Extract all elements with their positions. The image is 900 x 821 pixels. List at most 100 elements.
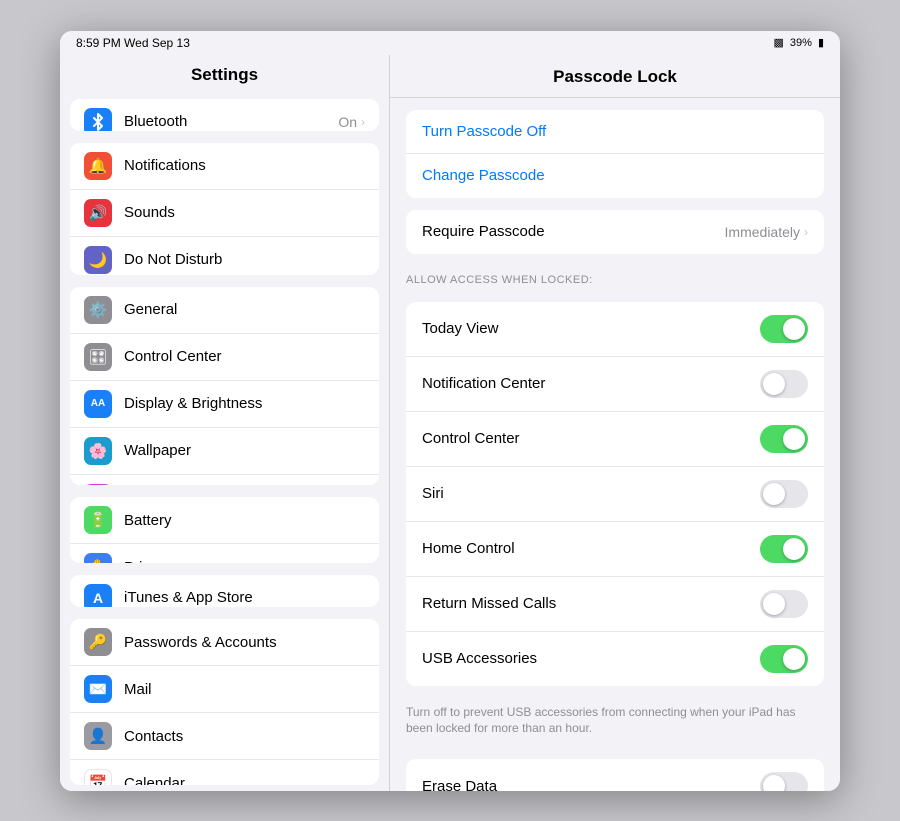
return-missed-calls-label: Return Missed Calls (422, 595, 760, 612)
display-brightness-label: Display & Brightness (124, 395, 365, 412)
status-bar: 8:59 PM Wed Sep 13 ▩ 39% ▮ (60, 31, 840, 55)
sounds-label: Sounds (124, 204, 365, 221)
wallpaper-label: Wallpaper (124, 442, 365, 459)
sidebar-item-do-not-disturb[interactable]: 🌙 Do Not Disturb (70, 237, 379, 275)
mail-icon: ✉️ (84, 675, 112, 703)
battery-icon: ▮ (818, 36, 824, 49)
erase-data-card: Erase Data (406, 759, 824, 790)
sidebar-section-bluetooth: Bluetooth On › (70, 99, 379, 131)
status-indicators: ▩ 39% ▮ (774, 36, 825, 49)
general-icon: ⚙️ (84, 296, 112, 324)
notification-center-toggle[interactable] (760, 370, 808, 398)
sidebar-section-accounts-group: 🔑 Passwords & Accounts ✉️ Mail 👤 Contact… (70, 619, 379, 784)
sidebar-item-general[interactable]: ⚙️ General (70, 287, 379, 334)
require-passcode-value: Immediately (725, 224, 800, 240)
control-center-toggle[interactable] (760, 425, 808, 453)
sidebar-item-bluetooth[interactable]: Bluetooth On › (70, 99, 379, 131)
general-label: General (124, 301, 365, 318)
change-passcode-label[interactable]: Change Passcode (422, 167, 808, 184)
content-area: Settings Bluetooth On › 🔔 (60, 55, 840, 791)
siri-row: Siri (406, 467, 824, 522)
notification-center-row: Notification Center (406, 357, 824, 412)
display-brightness-icon: AA (84, 390, 112, 418)
home-control-label: Home Control (422, 540, 760, 557)
sidebar-section-battery-group: 🔋 Battery ✋ Privacy (70, 497, 379, 563)
passwords-icon: 🔑 (84, 628, 112, 656)
sidebar-item-sounds[interactable]: 🔊 Sounds (70, 190, 379, 237)
sidebar-item-control-center[interactable]: 🎛 Control Center (70, 334, 379, 381)
ipad-frame: 8:59 PM Wed Sep 13 ▩ 39% ▮ Settings Blue… (60, 31, 840, 791)
require-passcode-row[interactable]: Require Passcode Immediately › (406, 210, 824, 254)
home-control-toggle[interactable] (760, 535, 808, 563)
sidebar-item-wallpaper[interactable]: 🌸 Wallpaper (70, 428, 379, 475)
sidebar-item-passwords[interactable]: 🔑 Passwords & Accounts (70, 619, 379, 666)
today-view-label: Today View (422, 320, 760, 337)
wallpaper-icon: 🌸 (84, 437, 112, 465)
change-passcode-row[interactable]: Change Passcode (406, 154, 824, 198)
siri-toggle-label: Siri (422, 485, 760, 502)
erase-data-row: Erase Data (406, 759, 824, 790)
require-passcode-label: Require Passcode (422, 223, 725, 240)
main-content: Passcode Lock Turn Passcode Off Change P… (390, 55, 840, 791)
usb-note: Turn off to prevent USB accessories from… (390, 698, 840, 748)
passwords-label: Passwords & Accounts (124, 634, 365, 651)
sidebar-item-siri-search[interactable]: ◌ Siri & Search (70, 475, 379, 485)
usb-accessories-toggle[interactable] (760, 645, 808, 673)
siri-icon: ◌ (84, 484, 112, 485)
sidebar-item-itunes[interactable]: A iTunes & App Store (70, 575, 379, 607)
control-center-label: Control Center (124, 348, 365, 365)
today-view-toggle[interactable] (760, 315, 808, 343)
sidebar-item-display-brightness[interactable]: AA Display & Brightness (70, 381, 379, 428)
sidebar-item-contacts[interactable]: 👤 Contacts (70, 713, 379, 760)
home-control-row: Home Control (406, 522, 824, 577)
privacy-icon: ✋ (84, 553, 112, 563)
notifications-label: Notifications (124, 157, 365, 174)
sidebar-item-battery[interactable]: 🔋 Battery (70, 497, 379, 544)
passcode-action-card: Turn Passcode Off Change Passcode (406, 110, 824, 198)
allow-access-card: Today View Notification Center Control C… (406, 302, 824, 686)
bluetooth-chevron: › (361, 115, 365, 129)
privacy-label: Privacy (124, 559, 365, 563)
return-missed-calls-row: Return Missed Calls (406, 577, 824, 632)
sounds-icon: 🔊 (84, 199, 112, 227)
main-title: Passcode Lock (390, 55, 840, 98)
usb-accessories-row: USB Accessories (406, 632, 824, 686)
sidebar-title: Settings (60, 55, 389, 93)
battery-level: 39% (790, 37, 812, 49)
return-missed-calls-toggle[interactable] (760, 590, 808, 618)
calendar-icon: 📅 (84, 769, 112, 784)
battery-icon-sidebar: 🔋 (84, 506, 112, 534)
notifications-icon: 🔔 (84, 152, 112, 180)
itunes-icon: A (84, 584, 112, 607)
siri-toggle[interactable] (760, 480, 808, 508)
require-passcode-chevron: › (804, 225, 808, 239)
wifi-icon: ▩ (774, 36, 784, 49)
itunes-label: iTunes & App Store (124, 589, 365, 606)
control-center-label: Control Center (422, 430, 760, 447)
do-not-disturb-label: Do Not Disturb (124, 251, 365, 268)
control-center-icon: 🎛 (84, 343, 112, 371)
sidebar-item-calendar[interactable]: 📅 Calendar (70, 760, 379, 784)
bluetooth-value: On (338, 114, 357, 130)
usb-accessories-label: USB Accessories (422, 650, 760, 667)
sidebar-item-notifications[interactable]: 🔔 Notifications (70, 143, 379, 190)
contacts-label: Contacts (124, 728, 365, 745)
contacts-icon: 👤 (84, 722, 112, 750)
sidebar-item-mail[interactable]: ✉️ Mail (70, 666, 379, 713)
do-not-disturb-icon: 🌙 (84, 246, 112, 274)
today-view-row: Today View (406, 302, 824, 357)
bluetooth-label: Bluetooth (124, 113, 338, 130)
sidebar-item-privacy[interactable]: ✋ Privacy (70, 544, 379, 563)
turn-passcode-off-label[interactable]: Turn Passcode Off (422, 123, 808, 140)
allow-access-header: ALLOW ACCESS WHEN LOCKED: (390, 266, 840, 290)
require-passcode-card: Require Passcode Immediately › (406, 210, 824, 254)
sidebar-section-itunes: A iTunes & App Store (70, 575, 379, 607)
control-center-row: Control Center (406, 412, 824, 467)
calendar-label: Calendar (124, 775, 365, 785)
bluetooth-icon (84, 108, 112, 131)
erase-data-toggle[interactable] (760, 772, 808, 790)
erase-data-label: Erase Data (422, 778, 760, 791)
notification-center-label: Notification Center (422, 375, 760, 392)
status-time: 8:59 PM Wed Sep 13 (76, 36, 190, 50)
turn-passcode-off-row[interactable]: Turn Passcode Off (406, 110, 824, 154)
